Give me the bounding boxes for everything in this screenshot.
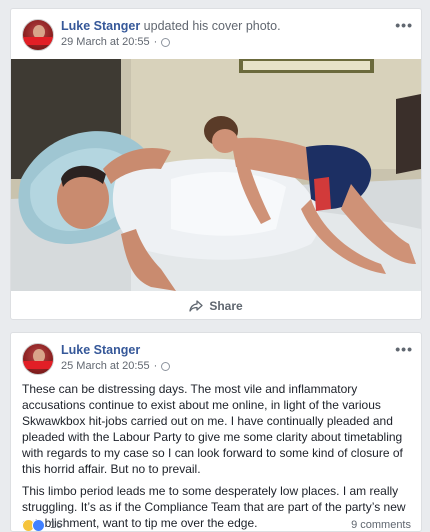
author-link[interactable]: Luke Stanger <box>61 19 140 33</box>
cover-photo-image <box>11 59 421 291</box>
cover-photo[interactable] <box>11 59 421 291</box>
share-label: Share <box>209 299 243 313</box>
post-paragraph: These can be distressing days. The most … <box>22 382 403 476</box>
like-reaction-icon[interactable] <box>32 518 45 531</box>
post-title-line: Luke Stanger <box>61 343 140 357</box>
separator-dot: · <box>153 36 158 48</box>
globe-icon[interactable] <box>161 37 171 47</box>
post-card-text: Luke Stanger 25 March at 20:55 · ••• The… <box>10 332 422 532</box>
avatar-badge <box>23 37 53 45</box>
reaction-count[interactable]: 16 <box>50 519 62 531</box>
avatar-badge <box>23 361 53 369</box>
avatar[interactable] <box>22 19 54 51</box>
separator-dot: · <box>153 360 158 372</box>
author-link[interactable]: Luke Stanger <box>61 343 140 357</box>
post-meta: 25 March at 20:55 · <box>61 360 171 372</box>
more-options-icon[interactable]: ••• <box>395 341 413 357</box>
reactions-row: 16 9 comments <box>22 517 411 531</box>
comments-count[interactable]: 9 comments <box>351 519 411 531</box>
share-button[interactable]: Share <box>11 291 421 319</box>
post-timestamp[interactable]: 29 March at 20:55 <box>61 36 150 48</box>
post-action-text: updated his cover photo. <box>143 19 281 33</box>
share-arrow-icon <box>189 300 203 312</box>
avatar[interactable] <box>22 343 54 375</box>
post-timestamp[interactable]: 25 March at 20:55 <box>61 360 150 372</box>
post-header: Luke Stanger updated his cover photo. 29… <box>11 9 421 59</box>
globe-icon[interactable] <box>161 361 171 371</box>
post-body: These can be distressing days. The most … <box>22 381 414 531</box>
post-header: Luke Stanger 25 March at 20:55 · ••• <box>11 333 421 383</box>
post-meta: 29 March at 20:55 · <box>61 36 171 48</box>
post-card-cover-photo: Luke Stanger updated his cover photo. 29… <box>10 8 422 320</box>
more-options-icon[interactable]: ••• <box>395 17 413 33</box>
post-title-line: Luke Stanger updated his cover photo. <box>61 19 281 33</box>
